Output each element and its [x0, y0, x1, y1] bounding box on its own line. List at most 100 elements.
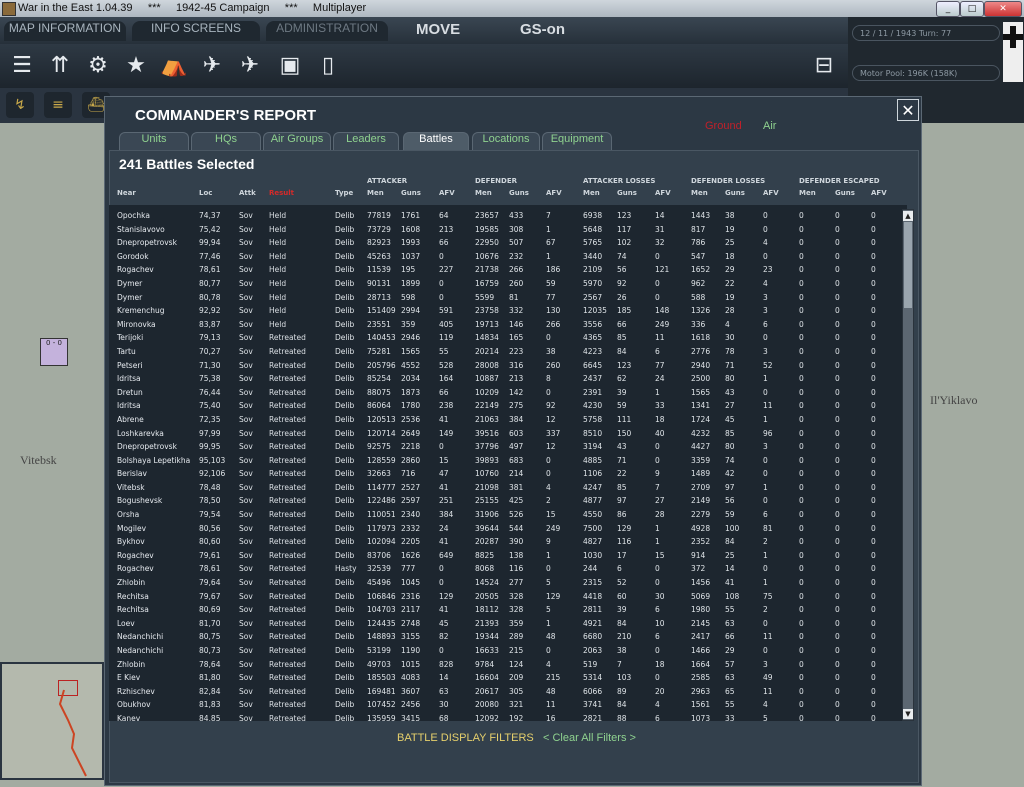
- tab-battles[interactable]: Battles: [403, 132, 469, 150]
- col-header-att-men[interactable]: Men: [367, 189, 384, 197]
- col-header-defloss-men[interactable]: Men: [691, 189, 708, 197]
- table-row[interactable]: Kremenchug 92,92 Sov Held Delib 151409 2994 591…: [109, 304, 907, 318]
- air-filter-toggle[interactable]: Air: [763, 120, 776, 132]
- table-row[interactable]: Stanislavovo 75,42 Sov Held Delib 73729 1608 21…: [109, 223, 907, 237]
- table-row[interactable]: Abrene 72,35 Sov Retreated Delib 120513 2536 41…: [109, 413, 907, 427]
- table-row[interactable]: Bogushevsk 78,50 Sov Retreated Delib 122486 25…: [109, 494, 907, 508]
- tab-locations[interactable]: Locations: [472, 132, 540, 150]
- table-scrollbar[interactable]: ▲ ▼: [902, 209, 914, 721]
- table-row[interactable]: Rzhischev 82,84 Sov Retreated Delib 169481 360…: [109, 685, 907, 699]
- table-row[interactable]: Nedanchichi 80,75 Sov Retreated Delib 148893 3…: [109, 630, 907, 644]
- table-row[interactable]: Orsha 79,54 Sov Retreated Delib 110051 2340 384…: [109, 508, 907, 522]
- battles-table[interactable]: Opochka 74,37 Sov Held Delib 77819 1761 64 23657…: [109, 205, 907, 721]
- table-row[interactable]: E Kiev 81,80 Sov Retreated Delib 185503 4083 14…: [109, 671, 907, 685]
- col-header-att-guns[interactable]: Guns: [401, 189, 421, 197]
- table-row[interactable]: Opochka 74,37 Sov Held Delib 77819 1761 64 23657…: [109, 209, 907, 223]
- air-bombing-icon[interactable]: ✈: [236, 52, 264, 80]
- train-mode-icon[interactable]: ≡: [44, 92, 72, 118]
- col-header-esc-men[interactable]: Men: [799, 189, 816, 197]
- tab-info-screens[interactable]: INFO SCREENS: [132, 21, 260, 41]
- table-row[interactable]: Rechitsa 80,69 Sov Retreated Delib 104703 2117…: [109, 603, 907, 617]
- table-row[interactable]: Nedanchichi 80,73 Sov Retreated Delib 53199 11…: [109, 644, 907, 658]
- table-row[interactable]: Tartu 70,27 Sov Retreated Delib 75281 1565 55 20…: [109, 345, 907, 359]
- airfield-icon[interactable]: ⛺: [160, 52, 188, 80]
- table-row[interactable]: Bolshaya Lepetikha 95,103 Sov Retreated Deli…: [109, 454, 907, 468]
- col-header-attk[interactable]: Attk: [239, 189, 256, 197]
- reinforce-arrows-icon[interactable]: ⇈: [46, 52, 74, 80]
- table-row[interactable]: Mironovka 83,87 Sov Held Delib 23551 359 405 197…: [109, 318, 907, 332]
- col-header-esc-guns[interactable]: Guns: [835, 189, 855, 197]
- tab-units[interactable]: Units: [119, 132, 189, 150]
- tab-administration[interactable]: ADMINISTRATION: [266, 21, 388, 41]
- minimize-button[interactable]: _: [936, 1, 960, 17]
- scroll-thumb[interactable]: [904, 222, 912, 308]
- supply-icon[interactable]: ▯: [314, 52, 342, 80]
- table-row[interactable]: Terijoki 79,13 Sov Retreated Delib 140453 2946…: [109, 331, 907, 345]
- cell-loc: 75,42: [199, 224, 221, 234]
- minimap[interactable]: [0, 662, 104, 780]
- col-header-attloss-men[interactable]: Men: [583, 189, 600, 197]
- fuel-can-icon[interactable]: ▣: [276, 52, 304, 80]
- col-header-def-afv[interactable]: AFV: [546, 189, 562, 197]
- table-row[interactable]: Idritsa 75,38 Sov Retreated Delib 85254 2034 16…: [109, 372, 907, 386]
- table-row[interactable]: Dretun 76,44 Sov Retreated Delib 88075 1873 66 1…: [109, 386, 907, 400]
- battle-display-filters-button[interactable]: BATTLE DISPLAY FILTERS: [397, 732, 534, 744]
- col-header-att-afv[interactable]: AFV: [439, 189, 455, 197]
- table-row[interactable]: Petseri 71,30 Sov Retreated Delib 205796 4552 5…: [109, 359, 907, 373]
- table-row[interactable]: Bykhov 80,60 Sov Retreated Delib 102094 2205 41…: [109, 535, 907, 549]
- clear-all-filters-button[interactable]: < Clear All Filters >: [543, 732, 636, 744]
- stack-icon[interactable]: ☰: [8, 52, 36, 80]
- table-row[interactable]: Dnepropetrovsk 99,94 Sov Held Delib 82923 1993…: [109, 236, 907, 250]
- table-row[interactable]: Dnepropetrovsk 99,95 Sov Retreated Delib 9257…: [109, 440, 907, 454]
- star-icon[interactable]: ★: [122, 52, 150, 80]
- table-row[interactable]: Obukhov 81,83 Sov Retreated Delib 107452 2456 3…: [109, 698, 907, 712]
- col-header-def-guns[interactable]: Guns: [509, 189, 529, 197]
- table-row[interactable]: Rechitsa 79,67 Sov Retreated Delib 106846 2316…: [109, 590, 907, 604]
- col-header-attloss-guns[interactable]: Guns: [617, 189, 637, 197]
- rail-mode-icon[interactable]: ↯: [6, 92, 34, 118]
- tab-equipment[interactable]: Equipment: [542, 132, 612, 150]
- table-row[interactable]: Zhlobin 79,64 Sov Retreated Delib 45496 1045 0 1…: [109, 576, 907, 590]
- table-row[interactable]: Zhlobin 78,64 Sov Retreated Delib 49703 1015 82…: [109, 658, 907, 672]
- col-header-near[interactable]: Near: [117, 189, 136, 197]
- table-row[interactable]: Dymer 80,77 Sov Held Delib 90131 1899 0 16759 260…: [109, 277, 907, 291]
- scroll-up-icon[interactable]: ▲: [903, 211, 913, 221]
- table-row[interactable]: Vitebsk 78,48 Sov Retreated Delib 114777 2527 4…: [109, 481, 907, 495]
- table-row[interactable]: Gorodok 77,46 Sov Held Delib 45263 1037 0 10676 2…: [109, 250, 907, 264]
- col-header-type[interactable]: Type: [335, 189, 353, 197]
- air-interdiction-icon[interactable]: ✈: [198, 52, 226, 80]
- col-header-esc-afv[interactable]: AFV: [871, 189, 887, 197]
- cell-defloss-guns: 42: [725, 469, 735, 479]
- screen-toggle-icon[interactable]: ⊟: [810, 52, 838, 80]
- table-row[interactable]: Loshkarevka 97,99 Sov Retreated Delib 120714 2…: [109, 427, 907, 441]
- col-header-def-men[interactable]: Men: [475, 189, 492, 197]
- table-row[interactable]: Rogachev 79,61 Sov Retreated Delib 83706 1626 6…: [109, 549, 907, 563]
- col-header-result[interactable]: Result: [269, 189, 294, 197]
- ground-filter-toggle[interactable]: Ground: [705, 120, 742, 132]
- table-row[interactable]: Rogachev 78,61 Sov Held Delib 11539 195 227 2173…: [109, 263, 907, 277]
- table-row[interactable]: Idritsa 75,40 Sov Retreated Delib 86064 1780 23…: [109, 399, 907, 413]
- table-row[interactable]: Mogilev 80,56 Sov Retreated Delib 117973 2332 2…: [109, 522, 907, 536]
- table-row[interactable]: Rogachev 78,61 Sov Retreated Hasty 32539 777 0 8…: [109, 562, 907, 576]
- col-header-attloss-afv[interactable]: AFV: [655, 189, 671, 197]
- gear-icon[interactable]: ⚙: [84, 52, 112, 80]
- window-close-button[interactable]: ✕: [984, 1, 1022, 17]
- cell-loc: 70,27: [199, 346, 221, 356]
- table-row[interactable]: Kanev 84,85 Sov Retreated Delib 135959 3415 68 1…: [109, 712, 907, 721]
- tab-air-groups[interactable]: Air Groups: [263, 132, 331, 150]
- move-mode-button[interactable]: MOVE: [416, 21, 460, 38]
- close-icon[interactable]: ✕: [897, 99, 919, 121]
- tab-leaders[interactable]: Leaders: [333, 132, 399, 150]
- col-header-loc[interactable]: Loc: [199, 189, 212, 197]
- scroll-down-icon[interactable]: ▼: [903, 709, 913, 719]
- table-row[interactable]: Dymer 80,78 Sov Held Delib 28713 598 0 5599 81 77 2…: [109, 291, 907, 305]
- col-header-defloss-afv[interactable]: AFV: [763, 189, 779, 197]
- maximize-button[interactable]: □: [960, 1, 984, 17]
- tab-map-information[interactable]: MAP INFORMATION: [4, 21, 126, 41]
- ground-support-toggle[interactable]: GS-on: [520, 21, 565, 38]
- col-header-defloss-guns[interactable]: Guns: [725, 189, 745, 197]
- table-row[interactable]: Berislav 92,106 Sov Retreated Delib 32663 716 4…: [109, 467, 907, 481]
- table-row[interactable]: Loev 81,70 Sov Retreated Delib 124435 2748 45 21…: [109, 617, 907, 631]
- tab-hqs[interactable]: HQs: [191, 132, 261, 150]
- unit-counter[interactable]: 0 - 0: [40, 338, 68, 366]
